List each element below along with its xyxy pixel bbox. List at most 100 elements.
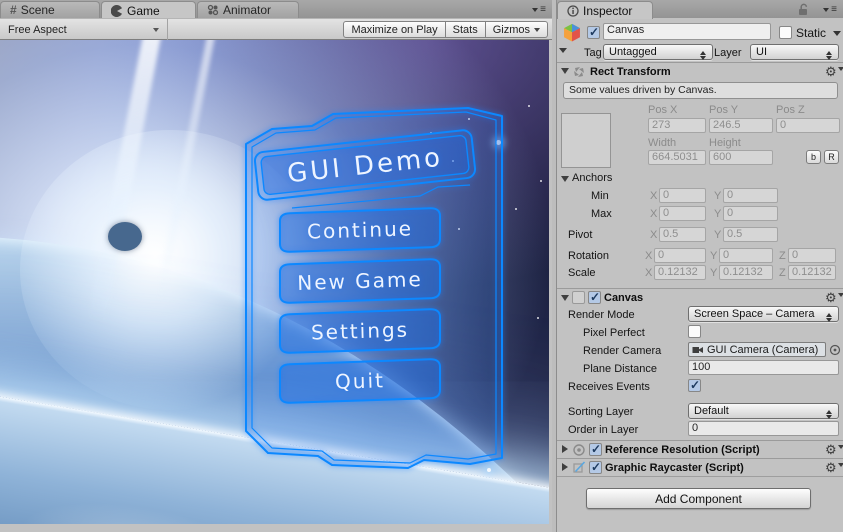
render-camera-objectfield[interactable]: GUI Camera (Camera): [688, 342, 826, 357]
pos-x-label: Pos X: [648, 104, 678, 116]
scale-z-field[interactable]: 0.12132: [788, 265, 836, 280]
anchor-max-x-field[interactable]: 0: [659, 206, 706, 221]
anchor-min-x-field[interactable]: 0: [659, 188, 706, 203]
z-axis-label: Z: [779, 267, 786, 279]
max-label: Max: [591, 208, 612, 220]
canvas-component-icon: [572, 291, 585, 304]
tag-dropdown[interactable]: Untagged: [603, 44, 713, 60]
foldout-icon[interactable]: [562, 463, 568, 471]
gear-icon[interactable]: ⚙: [825, 443, 843, 456]
stats-button[interactable]: Stats: [445, 21, 486, 38]
tab-animator[interactable]: Animator: [197, 1, 299, 18]
tab-inspector-label: Inspector: [583, 3, 633, 18]
x-axis-label: X: [650, 208, 658, 220]
aspect-dropdown[interactable]: Free Aspect: [0, 19, 168, 40]
plane-distance-field[interactable]: 100: [688, 360, 839, 375]
camera-icon: [692, 346, 703, 353]
scale-x-field[interactable]: 0.12132: [654, 265, 706, 280]
game-pane-menu-icon[interactable]: ≡: [532, 5, 546, 15]
graphic-raycaster-checkbox[interactable]: [589, 460, 602, 474]
order-in-layer-field[interactable]: 0: [688, 421, 839, 436]
new-game-button[interactable]: New Game: [279, 258, 441, 304]
gameobject-cube-icon: [564, 23, 580, 42]
popup-arrows-icon: [700, 48, 708, 63]
quit-button[interactable]: Quit: [279, 358, 441, 404]
add-component-button[interactable]: Add Component: [586, 488, 811, 509]
anchors-foldout-icon[interactable]: [561, 176, 569, 182]
static-dropdown-icon[interactable]: [833, 31, 841, 40]
gizmos-button[interactable]: Gizmos: [485, 21, 548, 38]
pixel-perfect-checkbox[interactable]: [688, 325, 701, 338]
layer-label: Layer: [714, 47, 742, 59]
gizmos-label: Gizmos: [492, 23, 530, 36]
pivot-x-field[interactable]: 0.5: [659, 227, 706, 242]
pivot-y-field[interactable]: 0.5: [723, 227, 778, 242]
anchor-max-y-field[interactable]: 0: [723, 206, 778, 221]
y-axis-label: Y: [710, 267, 718, 279]
driven-warning: Some values driven by Canvas.: [563, 82, 838, 99]
pos-y-field[interactable]: 246.5: [709, 118, 773, 133]
foldout-icon[interactable]: [561, 68, 569, 74]
game-toolbar-buttons: Maximize on Play Stats Gizmos: [343, 21, 548, 38]
gear-icon[interactable]: ⚙: [825, 65, 843, 78]
reference-resolution-icon: [573, 444, 585, 456]
inspector-tabstrip: Inspector ≡: [557, 0, 843, 19]
receives-events-checkbox[interactable]: [688, 378, 701, 392]
foldout-icon[interactable]: [561, 295, 569, 301]
y-axis-label: Y: [714, 208, 722, 220]
height-label: Height: [709, 137, 741, 149]
reference-resolution-checkbox[interactable]: [589, 442, 602, 456]
x-axis-label: X: [645, 250, 653, 262]
graphic-raycaster-icon: [573, 461, 586, 473]
sorting-layer-value: Default: [694, 405, 729, 417]
tab-inspector[interactable]: Inspector: [557, 1, 653, 19]
rotation-y-field[interactable]: 0: [719, 248, 773, 263]
reference-resolution-title: Reference Resolution (Script): [605, 444, 760, 456]
raw-edit-mode-button[interactable]: R: [824, 150, 839, 164]
new-game-label: New Game: [297, 267, 423, 295]
divider: [557, 476, 843, 477]
sorting-layer-dropdown[interactable]: Default: [688, 403, 839, 419]
tab-scene[interactable]: # Scene: [0, 1, 100, 18]
rotation-x-field[interactable]: 0: [654, 248, 706, 263]
gear-icon[interactable]: ⚙: [825, 291, 843, 304]
x-axis-label: X: [650, 190, 658, 202]
name-field[interactable]: Canvas: [603, 23, 771, 40]
object-picker-icon[interactable]: [829, 344, 841, 356]
active-checkbox[interactable]: [587, 25, 600, 39]
rotation-label: Rotation: [568, 250, 609, 262]
maximize-on-play-button[interactable]: Maximize on Play: [343, 21, 446, 38]
static-checkbox[interactable]: [779, 26, 792, 39]
width-field[interactable]: 664.5031: [648, 150, 706, 165]
continue-label: Continue: [307, 216, 414, 243]
foldout-icon[interactable]: [562, 445, 568, 453]
rotation-z-field[interactable]: 0: [788, 248, 836, 263]
pivot-label: Pivot: [568, 229, 593, 241]
blueprint-mode-button[interactable]: b: [806, 150, 821, 164]
continue-button[interactable]: Continue: [279, 207, 441, 253]
x-axis-label: X: [645, 267, 653, 279]
render-mode-dropdown[interactable]: Screen Space – Camera: [688, 306, 839, 322]
scale-y-field[interactable]: 0.12132: [719, 265, 773, 280]
icon-dropdown-arrow[interactable]: [559, 48, 567, 57]
canvas-enabled-checkbox[interactable]: [588, 290, 601, 304]
rect-transform-title: Rect Transform: [590, 66, 671, 78]
y-axis-label: Y: [714, 229, 722, 241]
pos-z-field[interactable]: 0: [776, 118, 840, 133]
gear-icon[interactable]: ⚙: [825, 461, 843, 474]
anchor-preview-box[interactable]: [561, 113, 611, 168]
gui-demo-menu: GUI Demo Continue New Game Settings Quit: [245, 107, 503, 469]
settings-button[interactable]: Settings: [279, 308, 441, 354]
scene-grid-icon: #: [10, 3, 17, 17]
lock-icon[interactable]: [796, 3, 809, 16]
layer-value: UI: [756, 46, 767, 58]
stats-label: Stats: [452, 23, 478, 36]
quit-label: Quit: [335, 368, 386, 394]
height-field[interactable]: 600: [709, 150, 773, 165]
inspector-pane-menu-icon[interactable]: ≡: [823, 5, 837, 15]
anchor-min-y-field[interactable]: 0: [723, 188, 778, 203]
layer-dropdown[interactable]: UI: [750, 44, 839, 60]
tab-game[interactable]: Game: [101, 1, 196, 19]
pos-x-field[interactable]: 273: [648, 118, 706, 133]
pos-y-label: Pos Y: [709, 104, 739, 116]
